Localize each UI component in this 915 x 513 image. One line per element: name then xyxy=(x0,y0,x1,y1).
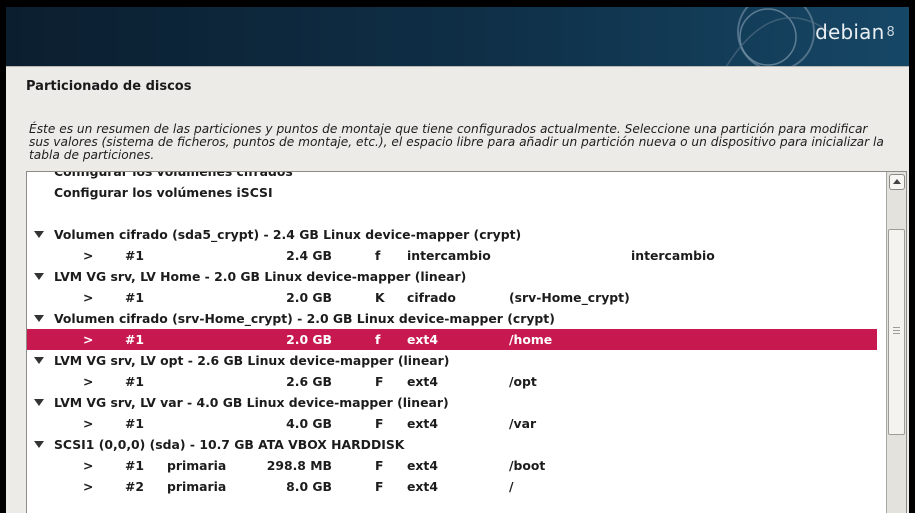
list-item-partition[interactable]: > #2 primaria 8.0 GB Fext4 / xyxy=(27,476,877,497)
partition-number: #1 xyxy=(125,416,145,431)
device-label: LVM VG srv, LV var - 4.0 GB Linux device… xyxy=(54,395,449,410)
partition-type: primaria xyxy=(167,479,227,494)
scrollbar-thumb[interactable] xyxy=(888,229,905,435)
partition-flag: K xyxy=(375,290,385,305)
partition-filesystem: cifrado xyxy=(407,290,456,305)
partition-filesystem: ext4 xyxy=(407,416,438,431)
thumb-grip xyxy=(893,330,900,331)
list-item-device[interactable]: Volumen cifrado (srv-Home_crypt) - 2.0 G… xyxy=(27,308,877,329)
list-item-partition[interactable]: > #1 primaria 298.8 MB Fext4/boot xyxy=(27,455,877,476)
partition-arrow-icon: > xyxy=(83,416,94,431)
partition-filesystem: intercambio xyxy=(407,248,491,263)
vertical-scrollbar[interactable] xyxy=(886,172,906,513)
partition-number: #1 xyxy=(125,374,145,389)
partition-number: #1 xyxy=(125,290,145,305)
partition-size: 2.0 GB xyxy=(286,332,332,347)
device-label: LVM VG srv, LV opt - 2.6 GB Linux device… xyxy=(54,353,450,368)
thumb-grip xyxy=(893,333,900,334)
partition-flag: f xyxy=(375,332,381,347)
partition-type: primaria xyxy=(167,458,227,473)
device-label: Volumen cifrado (srv-Home_crypt) - 2.0 G… xyxy=(54,311,555,326)
partition-number: #1 xyxy=(125,458,145,473)
partition-mountpoint: /var xyxy=(509,416,537,431)
partition-number: #2 xyxy=(125,479,145,494)
list-item-partition[interactable]: > #1 2.4 GB f intercambio intercambio xyxy=(27,245,877,266)
partition-mountpoint: /home xyxy=(509,332,553,347)
partition-mountpoint: / xyxy=(509,479,514,494)
list-item-action[interactable]: Configurar los volúmenes iSCSI xyxy=(27,182,877,203)
partition-number: #1 xyxy=(125,332,145,347)
page-title-bar: Particionado de discos xyxy=(6,66,909,106)
partition-arrow-icon: > xyxy=(83,332,94,347)
instructions-text: Éste es un resumen de las particiones y … xyxy=(29,122,884,162)
partition-arrow-icon: > xyxy=(83,458,94,473)
partition-filesystem: ext4 xyxy=(407,479,438,494)
partition-size: 8.0 GB xyxy=(286,479,332,494)
partition-filesystem: ext4 xyxy=(407,374,438,389)
partition-list[interactable]: Configurar los volúmenes cifrados Configu… xyxy=(26,171,907,513)
list-item-partition[interactable]: > #1 2.0 GB f ext4/home xyxy=(27,329,877,350)
device-label: Volumen cifrado (sda5_crypt) - 2.4 GB Li… xyxy=(54,227,522,242)
partition-arrow-icon: > xyxy=(83,290,94,305)
list-item-partition[interactable]: > #1 2.0 GB Kcifrado (srv-Home_crypt) xyxy=(27,287,877,308)
partition-arrow-icon: > xyxy=(83,374,94,389)
partition-extra: intercambio xyxy=(631,248,715,263)
partition-size: 4.0 GB xyxy=(286,416,332,431)
list-item-device[interactable]: LVM VG srv, LV var - 4.0 GB Linux device… xyxy=(27,392,877,413)
list-item-device[interactable]: Volumen cifrado (sda5_crypt) - 2.4 GB Li… xyxy=(27,224,877,245)
debian-banner: debian 8 xyxy=(6,7,909,66)
expand-triangle-icon[interactable] xyxy=(34,441,44,448)
expand-triangle-icon[interactable] xyxy=(34,231,44,238)
partition-mountpoint: /opt xyxy=(509,374,537,389)
list-item-device[interactable]: LVM VG srv, LV Home - 2.0 GB Linux devic… xyxy=(27,266,877,287)
action-label: Configurar los volúmenes cifrados xyxy=(54,171,293,179)
partition-arrow-icon: > xyxy=(83,248,94,263)
list-item-action[interactable]: Configurar los volúmenes cifrados xyxy=(27,171,877,182)
list-item-partition[interactable]: > #1 2.6 GB Fext4/opt xyxy=(27,371,877,392)
partition-size: 2.0 GB xyxy=(286,290,332,305)
brand-name: debian xyxy=(815,20,885,44)
partition-filesystem: ext4 xyxy=(407,332,438,347)
expand-triangle-icon[interactable] xyxy=(34,273,44,280)
page-title: Particionado de discos xyxy=(26,79,192,94)
action-label: Configurar los volúmenes iSCSI xyxy=(54,185,273,200)
installer-window: debian 8 Particionado de discos Éste es u… xyxy=(6,7,909,513)
partition-flag: F xyxy=(375,374,384,389)
expand-triangle-icon[interactable] xyxy=(34,315,44,322)
partition-mountpoint: /boot xyxy=(509,458,546,473)
partition-mountpoint: (srv-Home_crypt) xyxy=(509,290,630,305)
partition-flag: F xyxy=(375,479,384,494)
partition-size: 2.6 GB xyxy=(286,374,332,389)
debian-logo-text: debian 8 xyxy=(815,20,895,44)
partition-size: 2.4 GB xyxy=(286,248,332,263)
partition-number: #1 xyxy=(125,248,145,263)
partition-size: 298.8 MB xyxy=(266,458,332,473)
list-item-device[interactable]: SCSI1 (0,0,0) (sda) - 10.7 GB ATA VBOX H… xyxy=(27,434,877,455)
partition-flag: f xyxy=(375,248,381,263)
main-content: Éste es un resumen de las particiones y … xyxy=(6,105,909,513)
device-label: LVM VG srv, LV Home - 2.0 GB Linux devic… xyxy=(54,269,467,284)
list-item-device[interactable]: LVM VG srv, LV opt - 2.6 GB Linux device… xyxy=(27,350,877,371)
expand-triangle-icon[interactable] xyxy=(34,399,44,406)
partition-filesystem: ext4 xyxy=(407,458,438,473)
device-label: SCSI1 (0,0,0) (sda) - 10.7 GB ATA VBOX H… xyxy=(54,437,405,452)
thumb-grip xyxy=(893,327,900,328)
partition-flag: F xyxy=(375,416,384,431)
expand-triangle-icon[interactable] xyxy=(34,357,44,364)
brand-version: 8 xyxy=(886,25,895,40)
scroll-up-button[interactable] xyxy=(889,174,905,190)
partition-arrow-icon: > xyxy=(83,479,94,494)
list-item-partition[interactable]: > #1 4.0 GB Fext4/var xyxy=(27,413,877,434)
partition-flag: F xyxy=(375,458,384,473)
